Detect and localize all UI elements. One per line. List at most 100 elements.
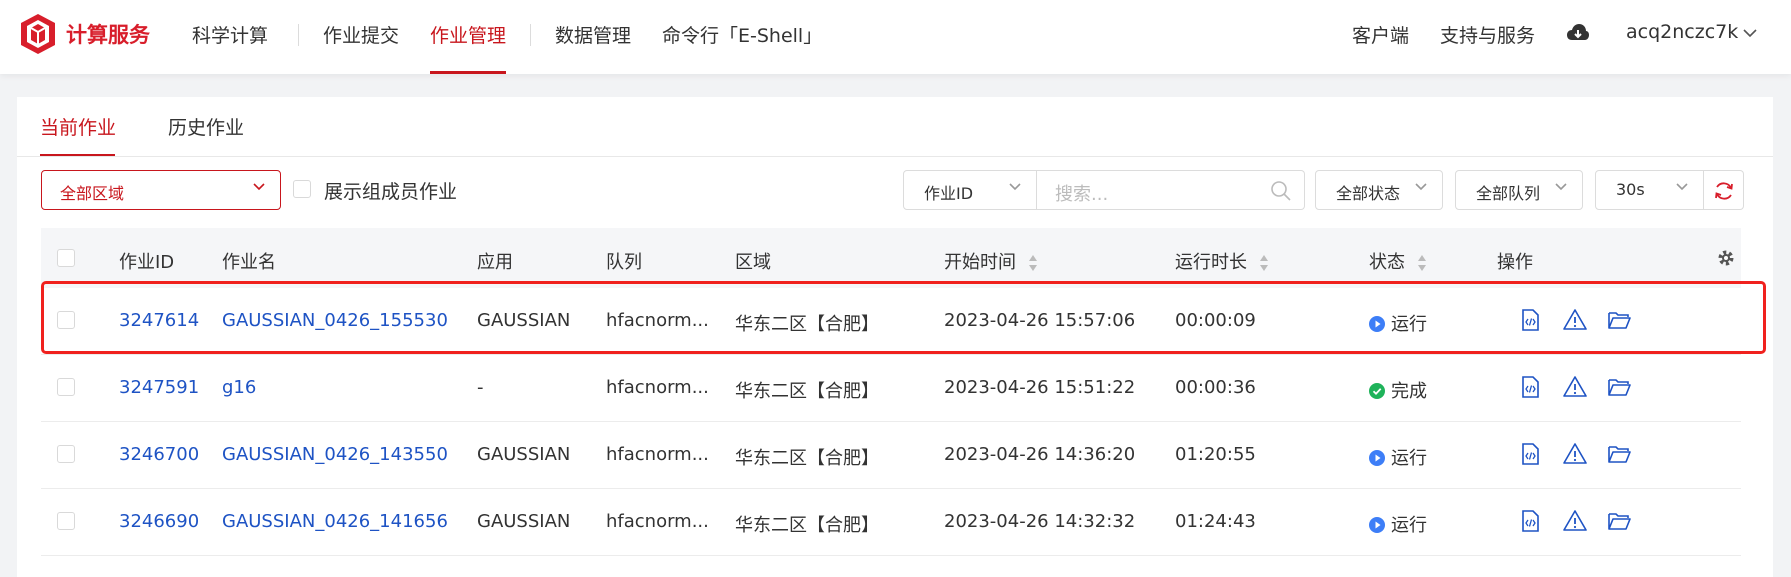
row-checkbox[interactable] [57, 378, 75, 396]
column-header-duration[interactable]: 运行时长 [1175, 248, 1269, 274]
column-settings-gear-icon[interactable] [1716, 248, 1736, 268]
folder-icon[interactable] [1607, 442, 1631, 466]
refresh-icon [1715, 182, 1733, 200]
job-status-label: 完成 [1391, 381, 1427, 402]
table-row[interactable]: 3247591 g16 - hfacnorm... 华东二区【合肥】 2023-… [41, 355, 1741, 422]
show-members-checkbox[interactable] [293, 180, 311, 198]
chevron-down-icon [253, 183, 265, 191]
column-header-actions: 操作 [1497, 252, 1533, 273]
column-header-status[interactable]: 状态 [1369, 248, 1427, 274]
nav-separator [298, 24, 299, 46]
region-select[interactable]: 全部区域 [41, 170, 281, 210]
region-select-value: 全部区域 [60, 184, 125, 203]
nav-separator [530, 24, 531, 46]
job-status-label: 运行 [1391, 314, 1427, 335]
job-id-link[interactable]: 3246690 [119, 511, 199, 532]
job-id-link[interactable]: 3246700 [119, 444, 199, 465]
row-checkbox[interactable] [57, 512, 75, 530]
table-row[interactable]: 3246690 GAUSSIAN_0426_141656 GAUSSIAN hf… [41, 489, 1741, 556]
job-name-link[interactable]: GAUSSIAN_0426_155530 [222, 310, 448, 331]
job-status-label: 运行 [1391, 515, 1427, 536]
job-start-time: 2023-04-26 15:57:06 [944, 310, 1136, 331]
job-name-link[interactable]: GAUSSIAN_0426_143550 [222, 444, 448, 465]
search-icon[interactable] [1270, 180, 1292, 202]
job-duration: 00:00:09 [1175, 310, 1256, 331]
column-header-queue: 队列 [606, 252, 642, 273]
job-status: 运行 [1369, 511, 1427, 537]
folder-icon[interactable] [1607, 308, 1631, 332]
done-status-icon [1369, 383, 1385, 399]
view-script-icon[interactable] [1519, 509, 1541, 533]
job-app: GAUSSIAN [477, 444, 571, 465]
column-header-duration-label: 运行时长 [1175, 252, 1247, 273]
nav-data-management[interactable]: 数据管理 [555, 21, 631, 48]
refresh-button[interactable] [1704, 170, 1744, 210]
tab-divider [17, 156, 1773, 157]
job-name-link[interactable]: GAUSSIAN_0426_141656 [222, 511, 448, 532]
chevron-down-icon [1676, 183, 1688, 191]
column-header-start-time[interactable]: 开始时间 [944, 248, 1038, 274]
refresh-interval-select[interactable]: 30s [1595, 170, 1704, 210]
job-queue: hfacnorm... [606, 310, 709, 331]
job-duration: 01:24:43 [1175, 511, 1256, 532]
sort-icon[interactable] [1417, 254, 1427, 272]
running-status-icon [1369, 450, 1385, 466]
column-header-app: 应用 [477, 252, 513, 273]
view-script-icon[interactable] [1519, 308, 1541, 332]
queue-filter-select[interactable]: 全部队列 [1455, 170, 1583, 210]
job-name-link[interactable]: g16 [222, 377, 256, 398]
client-link[interactable]: 客户端 [1352, 21, 1409, 48]
nav-job-management[interactable]: 作业管理 [430, 21, 506, 48]
warning-icon[interactable] [1563, 308, 1587, 332]
folder-icon[interactable] [1607, 509, 1631, 533]
warning-icon[interactable] [1563, 509, 1587, 533]
nav-active-indicator [430, 71, 506, 74]
job-id-link[interactable]: 3247614 [119, 310, 199, 331]
column-header-status-label: 状态 [1369, 252, 1405, 273]
sort-icon[interactable] [1028, 254, 1038, 272]
job-status: 运行 [1369, 444, 1427, 470]
job-app: GAUSSIAN [477, 511, 571, 532]
view-script-icon[interactable] [1519, 442, 1541, 466]
brand-logo-icon[interactable] [18, 12, 58, 56]
job-queue: hfacnorm... [606, 511, 709, 532]
column-header-region: 区域 [735, 252, 771, 273]
nav-scientific-computing[interactable]: 科学计算 [192, 21, 268, 48]
select-all-checkbox[interactable] [57, 249, 75, 267]
view-script-icon[interactable] [1519, 375, 1541, 399]
cloud-download-icon[interactable] [1566, 23, 1590, 43]
row-checkbox[interactable] [57, 445, 75, 463]
job-start-time: 2023-04-26 15:51:22 [944, 377, 1136, 398]
table-row[interactable]: 3247614 GAUSSIAN_0426_155530 GAUSSIAN hf… [41, 288, 1741, 355]
column-header-job-id: 作业ID [119, 252, 175, 273]
search-field-select[interactable]: 作业ID [903, 170, 1037, 210]
support-link[interactable]: 支持与服务 [1440, 21, 1535, 48]
status-filter-select[interactable]: 全部状态 [1315, 170, 1443, 210]
job-queue: hfacnorm... [606, 377, 709, 398]
job-duration: 00:00:36 [1175, 377, 1256, 398]
chevron-down-icon[interactable] [1743, 28, 1757, 38]
queue-filter-value: 全部队列 [1476, 184, 1541, 203]
chevron-down-icon [1415, 183, 1427, 191]
tab-history-jobs[interactable]: 历史作业 [168, 113, 244, 140]
nav-job-submit[interactable]: 作业提交 [323, 21, 399, 48]
warning-icon[interactable] [1563, 442, 1587, 466]
nav-eshell[interactable]: 命令行「E-Shell」 [662, 21, 822, 48]
brand-name[interactable]: 计算服务 [66, 19, 150, 49]
job-duration: 01:20:55 [1175, 444, 1256, 465]
job-id-link[interactable]: 3247591 [119, 377, 199, 398]
warning-icon[interactable] [1563, 375, 1587, 399]
sort-icon[interactable] [1259, 254, 1269, 272]
running-status-icon [1369, 517, 1385, 533]
running-status-icon [1369, 316, 1385, 332]
job-region: 华东二区【合肥】 [735, 515, 879, 536]
table-row[interactable]: 3246700 GAUSSIAN_0426_143550 GAUSSIAN hf… [41, 422, 1741, 489]
search-input[interactable] [1037, 170, 1305, 210]
search-field-value: 作业ID [924, 184, 974, 203]
row-checkbox[interactable] [57, 311, 75, 329]
tab-current-jobs[interactable]: 当前作业 [40, 113, 116, 140]
user-menu[interactable]: acq2nczc7k [1626, 21, 1738, 43]
job-list-card: 当前作业 历史作业 全部区域 展示组成员作业 作业ID 全部状态 全部队列 30… [17, 97, 1773, 577]
folder-icon[interactable] [1607, 375, 1631, 399]
show-members-label: 展示组成员作业 [324, 181, 458, 203]
